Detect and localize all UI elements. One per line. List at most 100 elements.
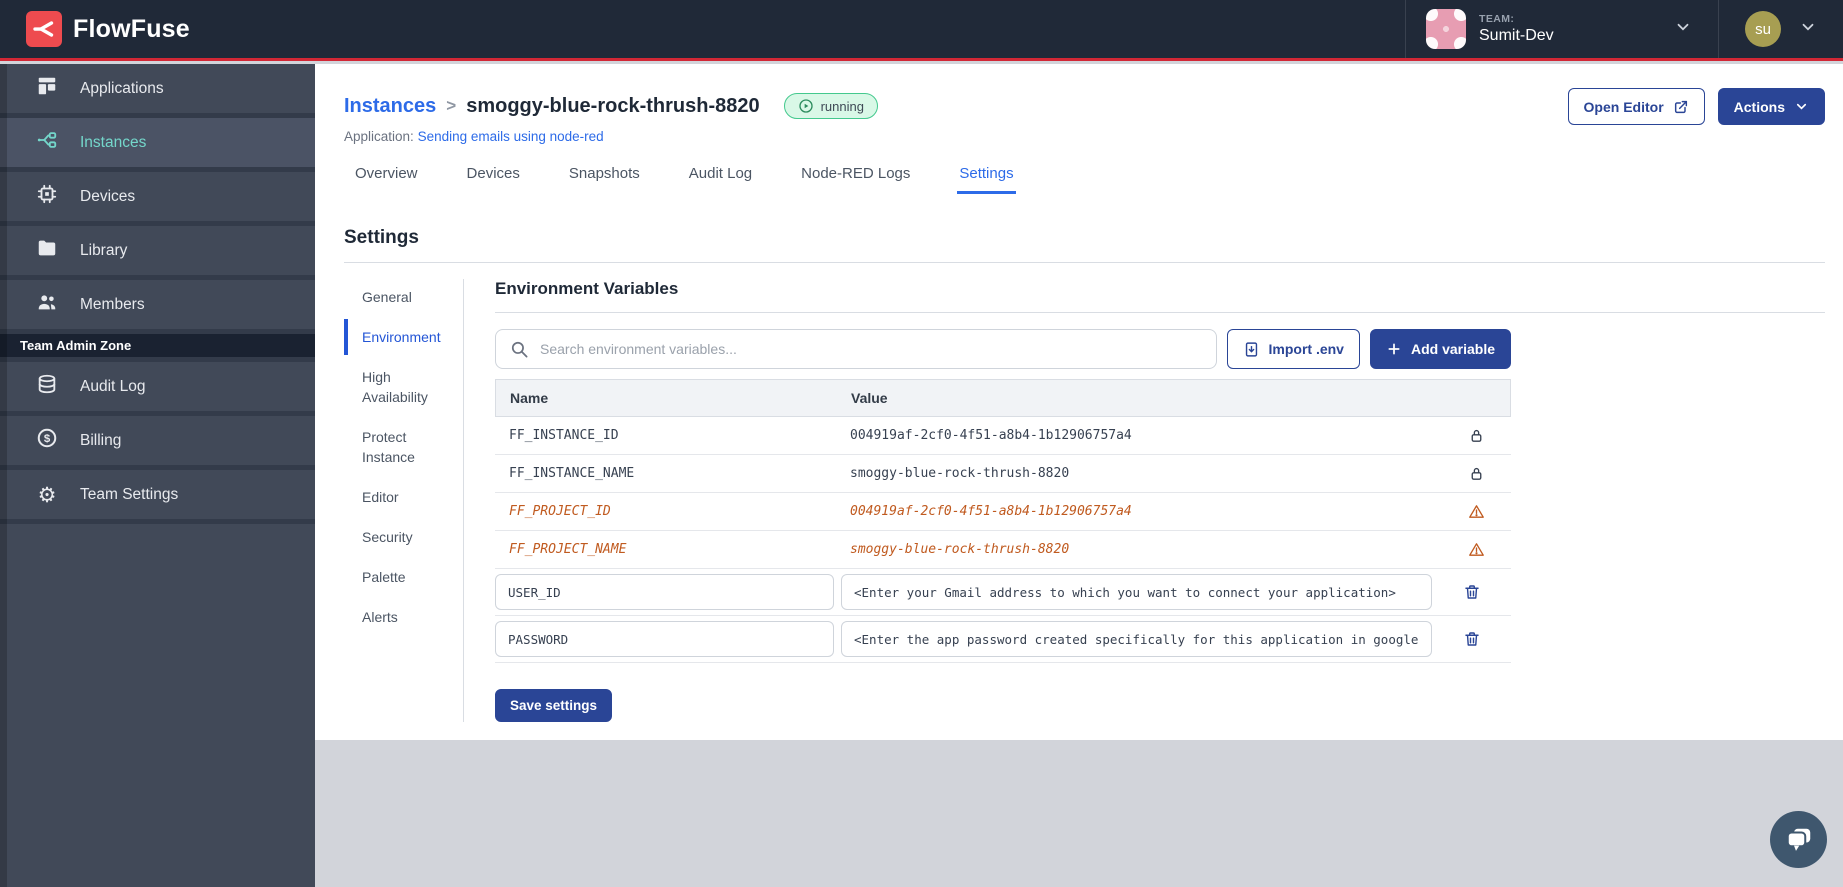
search-icon [510,340,529,359]
subnav-palette[interactable]: Palette [344,559,463,595]
tab-audit-log[interactable]: Audit Log [687,165,754,194]
document-download-icon [1243,341,1260,358]
env-value: smoggy-blue-rock-thrush-8820 [850,542,1070,557]
gear-icon: ⚙ [37,482,57,507]
table-row: FF_INSTANCE_NAME smoggy-blue-rock-thrush… [495,455,1511,493]
search-box [495,329,1217,369]
sidebar-item-applications[interactable]: Applications [0,64,315,118]
main-area: Instances > smoggy-blue-rock-thrush-8820… [315,64,1843,887]
play-circle-icon [798,98,814,114]
chat-icon [1784,825,1814,855]
actions-label: Actions [1733,98,1785,115]
sidebar: Applications Instances Devices Library M… [0,64,315,887]
sidebar-item-library[interactable]: Library [0,226,315,280]
tab-nodered-logs[interactable]: Node-RED Logs [799,165,912,194]
trash-icon [1463,630,1481,648]
env-value-input[interactable] [841,574,1432,610]
subnav-editor[interactable]: Editor [344,479,463,515]
user-menu[interactable]: su [1719,0,1843,58]
delete-variable-button[interactable] [1463,630,1481,648]
sidebar-item-label: Instances [80,133,147,151]
actions-button[interactable]: Actions [1717,88,1825,125]
status-badge: running [783,93,878,119]
breadcrumb-separator: > [446,96,457,115]
subnav-high-availability[interactable]: High Availability [344,359,463,415]
users-icon [36,291,58,318]
env-name-input[interactable] [495,574,834,610]
save-settings-button[interactable]: Save settings [495,689,613,722]
chat-widget-button[interactable] [1770,811,1827,868]
folder-icon [36,237,58,264]
import-env-label: Import .env [1268,341,1344,357]
tab-overview[interactable]: Overview [353,165,420,194]
sidebar-item-label: Library [80,241,128,259]
sidebar-item-billing[interactable]: $ Billing [0,416,315,470]
team-avatar [1426,9,1466,49]
application-link[interactable]: Sending emails using node-red [418,129,604,144]
subnav-protect-instance[interactable]: Protect Instance [344,419,463,475]
chevron-down-icon [1794,99,1809,114]
flowfuse-logo-icon[interactable] [26,11,62,47]
env-value: smoggy-blue-rock-thrush-8820 [850,466,1070,481]
env-name: FF_PROJECT_NAME [509,542,627,557]
team-admin-zone-label: Team Admin Zone [0,334,315,362]
env-name-input[interactable] [495,621,834,657]
sidebar-item-label: Team Settings [80,485,179,503]
chevron-down-icon [1799,18,1817,41]
subnav-environment[interactable]: Environment [344,319,463,355]
application-label: Application: [344,129,414,144]
column-header-name: Name [510,390,549,406]
lock-icon [1441,427,1511,444]
env-value-input[interactable] [841,621,1432,657]
sidebar-item-devices[interactable]: Devices [0,172,315,226]
instances-icon [36,129,58,156]
open-editor-button[interactable]: Open Editor [1567,88,1705,125]
sidebar-item-members[interactable]: Members [0,280,315,334]
tab-snapshots[interactable]: Snapshots [567,165,642,194]
table-header: Name Value [495,379,1511,417]
team-selector[interactable]: TEAM: Sumit-Dev [1406,0,1718,58]
team-label: TEAM: [1479,13,1515,25]
sidebar-edge [0,64,7,887]
chip-icon [36,183,58,210]
topbar: FlowFuse TEAM: Sumit-Dev su [0,0,1843,61]
sidebar-item-label: Members [80,295,145,313]
add-variable-label: Add variable [1410,341,1495,357]
add-variable-button[interactable]: Add variable [1369,329,1511,369]
env-variables-table: Name Value FF_INSTANCE_ID 004919af-2cf0-… [495,379,1511,663]
import-env-button[interactable]: Import .env [1226,329,1360,369]
avatar: su [1745,11,1781,47]
chevron-down-icon [1674,18,1692,41]
env-name: FF_INSTANCE_ID [509,428,619,443]
env-name: FF_INSTANCE_NAME [509,466,635,481]
sidebar-item-team-settings[interactable]: ⚙ Team Settings [0,470,315,524]
env-value: 004919af-2cf0-4f51-a8b4-1b12906757a4 [850,504,1132,519]
sidebar-item-instances[interactable]: Instances [0,118,315,172]
table-row-deprecated: FF_PROJECT_NAME smoggy-blue-rock-thrush-… [495,531,1511,569]
sidebar-item-audit-log[interactable]: Audit Log [0,362,315,416]
content-panel: Instances > smoggy-blue-rock-thrush-8820… [315,64,1843,740]
external-link-icon [1673,99,1689,115]
settings-subnav: General Environment High Availability Pr… [344,279,463,722]
search-input[interactable] [540,341,1202,357]
instance-tabs: Overview Devices Snapshots Audit Log Nod… [353,165,1825,194]
env-value: 004919af-2cf0-4f51-a8b4-1b12906757a4 [850,428,1132,443]
delete-variable-button[interactable] [1463,583,1481,601]
env-name: FF_PROJECT_ID [509,504,611,519]
dollar-circle-icon: $ [36,427,58,454]
tab-settings[interactable]: Settings [957,165,1016,194]
breadcrumb-instances-link[interactable]: Instances [344,95,436,118]
status-text: running [820,98,864,114]
tab-devices[interactable]: Devices [465,165,522,194]
lock-icon [1441,465,1511,482]
applications-icon [36,75,58,102]
trash-icon [1463,583,1481,601]
page-title: smoggy-blue-rock-thrush-8820 [466,94,760,117]
subnav-general[interactable]: General [344,279,463,315]
sidebar-item-label: Billing [80,431,122,449]
subnav-alerts[interactable]: Alerts [344,599,463,635]
warning-icon [1441,503,1511,520]
team-name: Sumit-Dev [1479,27,1554,44]
sidebar-item-label: Devices [80,187,136,205]
subnav-security[interactable]: Security [344,519,463,555]
